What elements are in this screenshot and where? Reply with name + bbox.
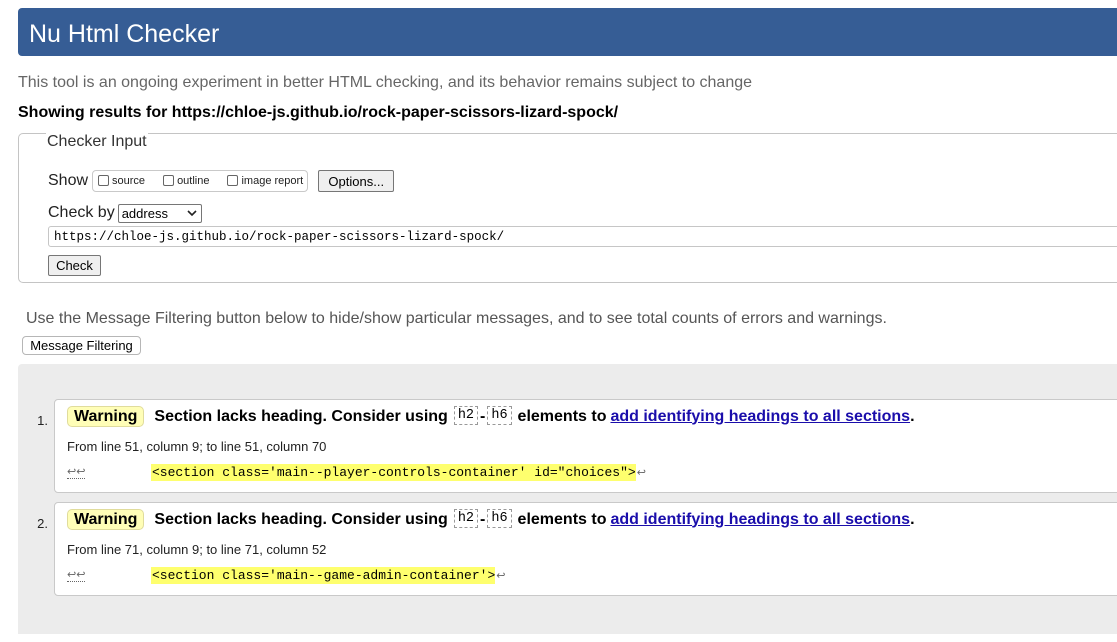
extract-prefix: ↩↩ bbox=[67, 566, 86, 584]
checker-input-legend: Checker Input bbox=[46, 133, 148, 151]
extract-prefix: ↩↩ bbox=[67, 463, 86, 481]
message-number: 2. bbox=[37, 516, 48, 531]
message-text: Section lacks heading. Consider using bbox=[154, 407, 448, 425]
image-report-checkbox[interactable] bbox=[227, 174, 239, 186]
message-dash: - bbox=[480, 510, 486, 528]
title-bar: Nu Html Checker bbox=[18, 8, 1117, 56]
page-title: Nu Html Checker bbox=[29, 20, 220, 48]
chevron-down-icon bbox=[187, 210, 197, 217]
message-period: . bbox=[910, 407, 915, 425]
show-options-row: Show source outline image report Options… bbox=[48, 170, 395, 192]
intro-text: This tool is an ongoing experiment in be… bbox=[18, 74, 753, 91]
return-icon: ↩↩ bbox=[67, 464, 86, 479]
message-card: Warning Section lacks heading. Consider … bbox=[54, 399, 1117, 493]
code-extract: <section class='main--player-controls-co… bbox=[151, 463, 646, 481]
url-input[interactable]: https://chloe-js.github.io/rock-paper-sc… bbox=[48, 226, 1117, 247]
message-header: Warning Section lacks heading. Consider … bbox=[67, 509, 915, 530]
check-by-label: Check by bbox=[48, 204, 115, 221]
image-report-checkbox-label[interactable]: image report bbox=[241, 175, 303, 187]
source-checkbox-label[interactable]: source bbox=[112, 175, 145, 187]
code-chip-h6: h6 bbox=[487, 509, 512, 528]
message-text-2: elements to bbox=[517, 510, 607, 528]
filter-note: Use the Message Filtering button below t… bbox=[26, 310, 887, 327]
check-by-select-value: address bbox=[121, 205, 168, 221]
return-icon: ↩↩ bbox=[67, 567, 86, 582]
headings-help-link[interactable]: add identifying headings to all sections bbox=[610, 511, 910, 529]
outline-checkbox[interactable] bbox=[163, 174, 175, 186]
return-icon: ↩ bbox=[636, 465, 646, 479]
message-card: Warning Section lacks heading. Consider … bbox=[54, 502, 1117, 596]
message-number: 1. bbox=[37, 413, 48, 428]
show-label: Show bbox=[48, 172, 89, 189]
check-by-select[interactable]: address bbox=[117, 203, 202, 223]
check-button[interactable]: Check bbox=[48, 255, 101, 276]
code-extract: <section class='main--game-admin-contain… bbox=[151, 566, 505, 584]
message-location: From line 71, column 9; to line 71, colu… bbox=[67, 542, 327, 557]
message-location: From line 51, column 9; to line 51, colu… bbox=[67, 439, 327, 454]
source-checkbox[interactable] bbox=[98, 174, 110, 186]
results-for-heading: Showing results for https://chloe-js.git… bbox=[18, 104, 619, 121]
headings-help-link[interactable]: add identifying headings to all sections bbox=[610, 408, 910, 426]
warning-badge: Warning bbox=[67, 509, 145, 530]
options-button[interactable]: Options... bbox=[318, 170, 395, 192]
message-text: Section lacks heading. Consider using bbox=[154, 510, 448, 528]
code-chip-h2: h2 bbox=[453, 509, 479, 528]
highlighted-extract: <section class='main--player-controls-co… bbox=[151, 463, 636, 481]
message-dash: - bbox=[480, 407, 486, 425]
message-filtering-button[interactable]: Message Filtering bbox=[22, 336, 141, 355]
message-text-2: elements to bbox=[517, 407, 607, 425]
return-icon: ↩ bbox=[496, 568, 506, 582]
highlighted-extract: <section class='main--game-admin-contain… bbox=[151, 566, 496, 584]
check-by-row: Check by address bbox=[48, 203, 202, 223]
outline-checkbox-label[interactable]: outline bbox=[177, 175, 209, 187]
warning-badge: Warning bbox=[67, 406, 145, 427]
show-checkbox-group: source outline image report bbox=[92, 170, 309, 192]
code-chip-h2: h2 bbox=[453, 406, 479, 425]
message-header: Warning Section lacks heading. Consider … bbox=[67, 406, 915, 427]
message-period: . bbox=[910, 510, 915, 528]
code-chip-h6: h6 bbox=[487, 406, 512, 425]
